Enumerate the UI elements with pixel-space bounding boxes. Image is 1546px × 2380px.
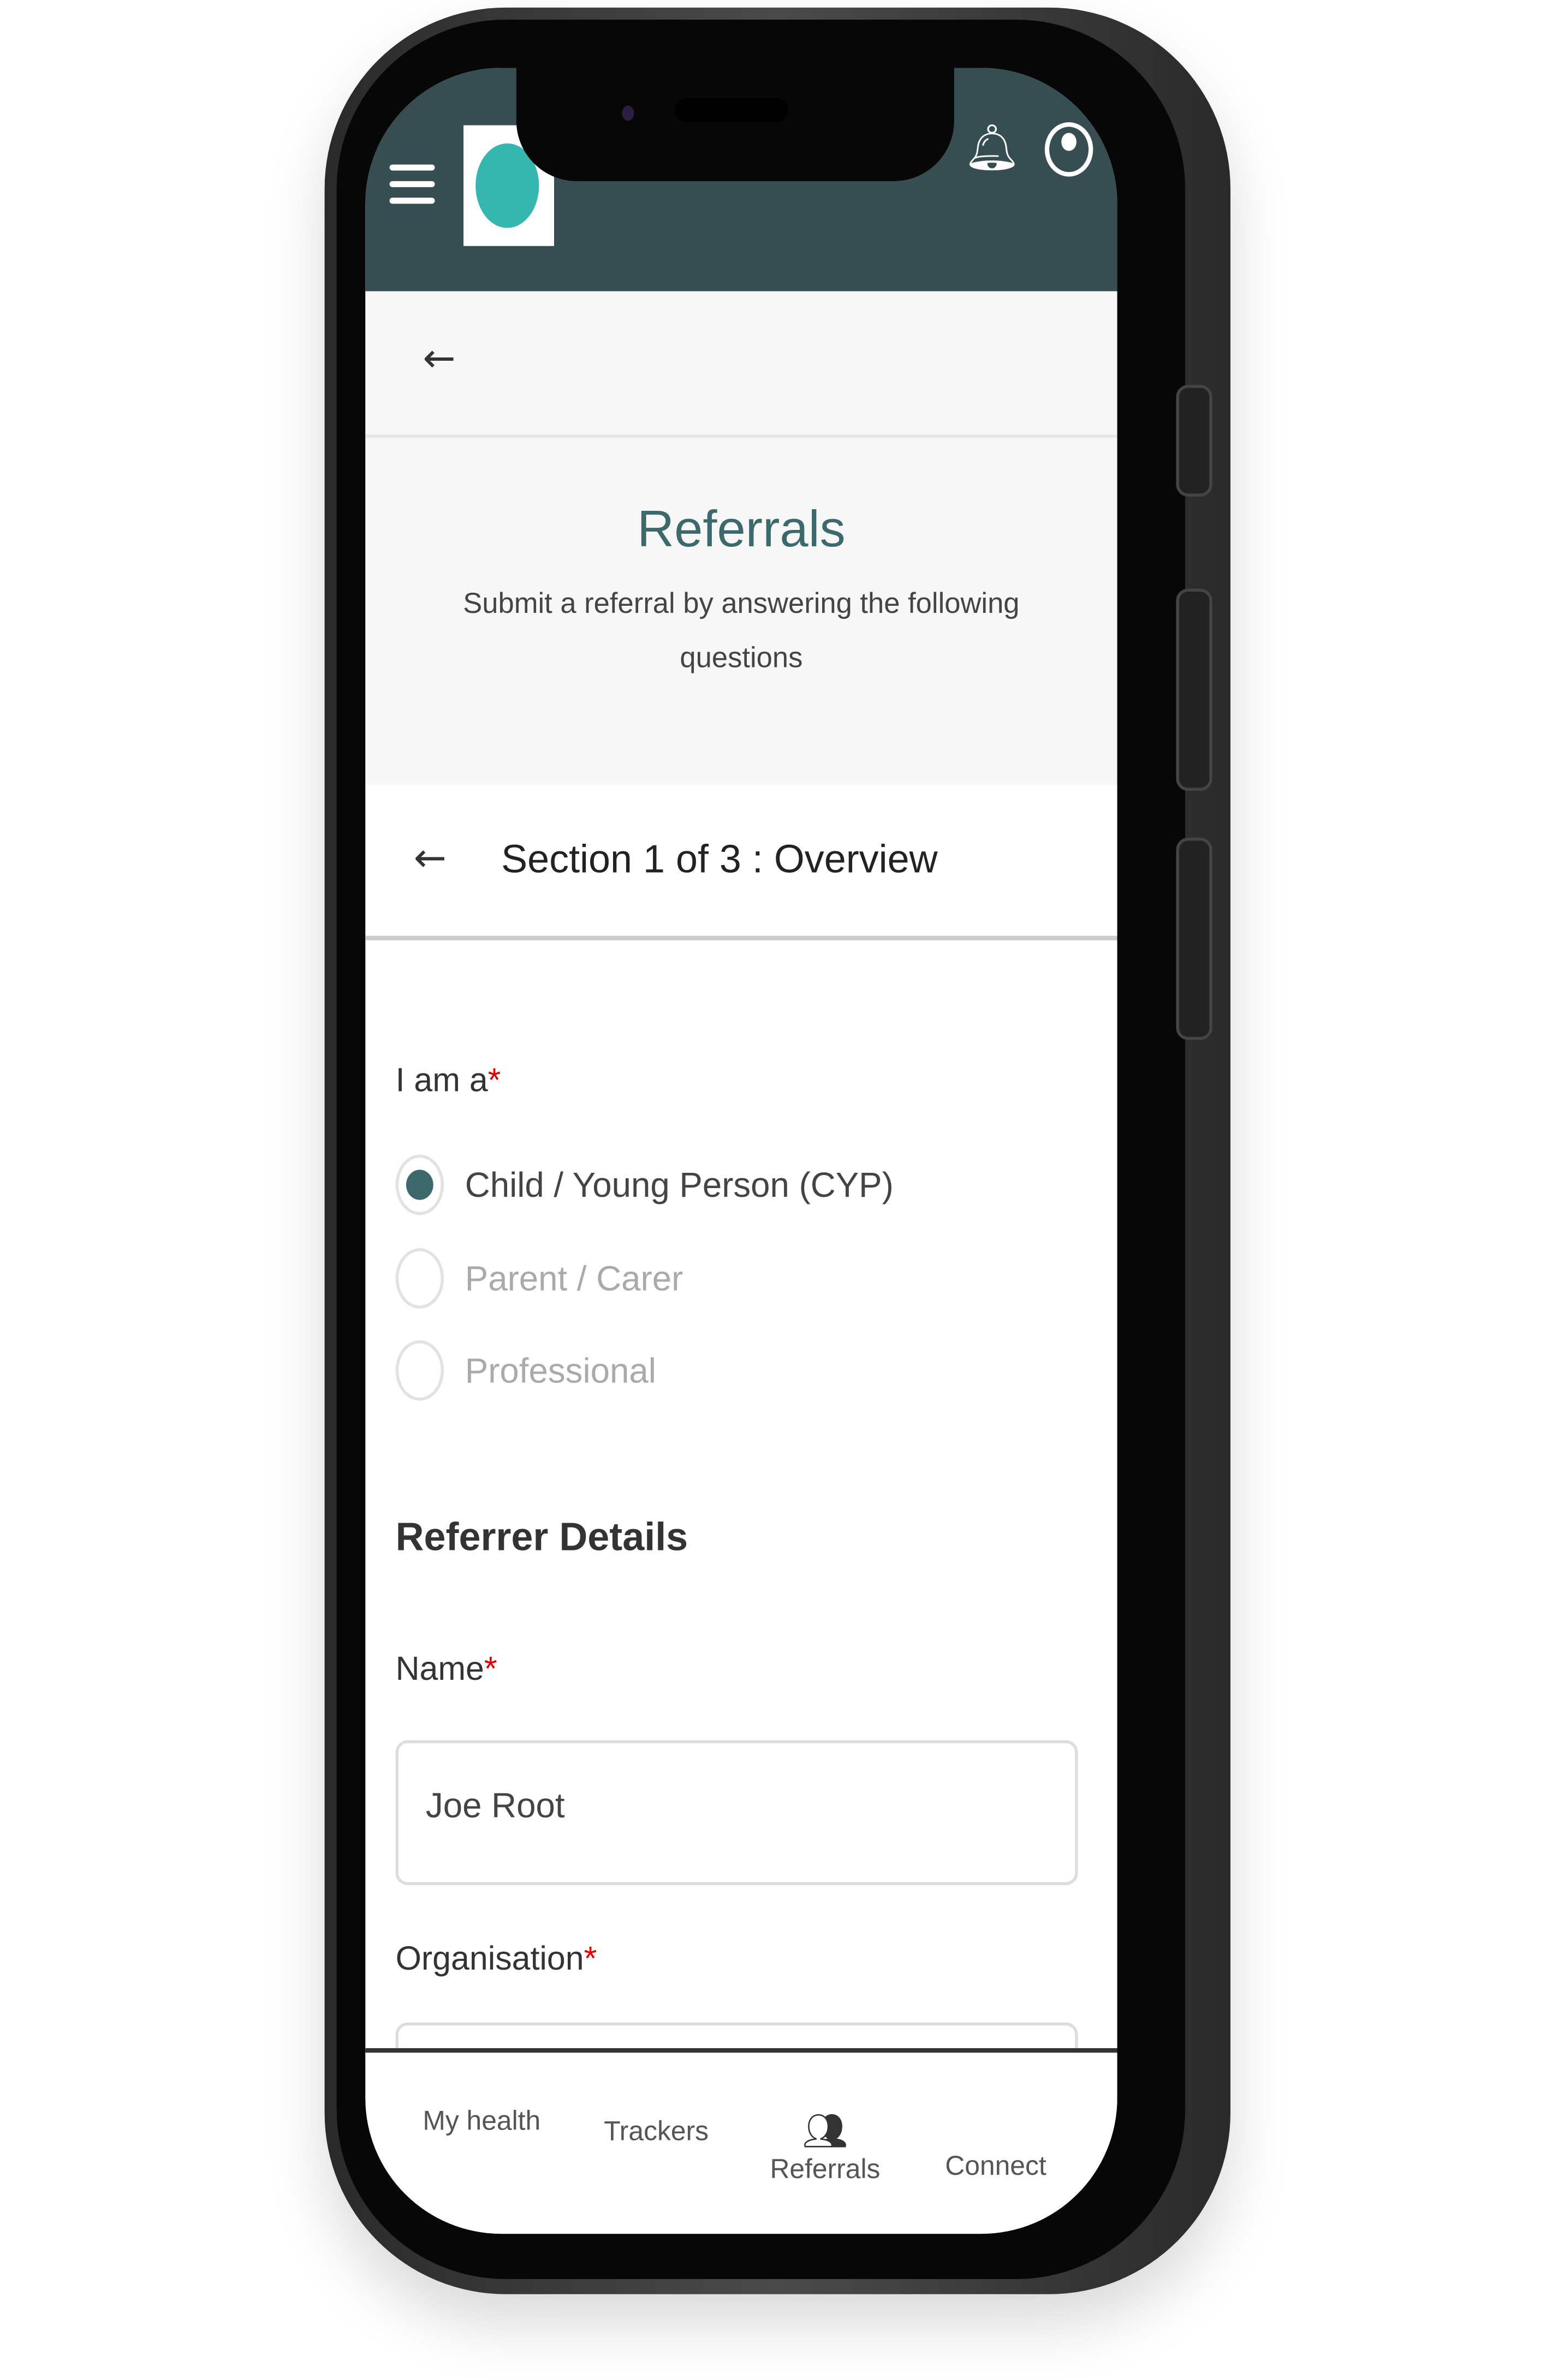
name-label-text: Name — [395, 1649, 484, 1687]
nav-label: My health — [423, 2105, 541, 2136]
hamburger-menu-icon[interactable] — [389, 164, 435, 214]
organisation-label-text: Organisation — [395, 1939, 584, 1977]
bell-icon[interactable]: 🔔︎ — [963, 122, 1020, 175]
back-bar: ← — [365, 291, 1117, 438]
required-mark: * — [584, 1939, 597, 1977]
name-label: Name* — [396, 1650, 497, 1689]
nav-label: Referrals — [770, 2154, 881, 2184]
radio-professional[interactable]: Professional — [395, 1340, 656, 1401]
organisation-label: Organisation* — [396, 1940, 597, 1979]
role-label-text: I am a — [395, 1061, 488, 1099]
radio-button[interactable] — [395, 1248, 444, 1309]
radio-label: Parent / Carer — [465, 1258, 683, 1298]
nav-trackers[interactable]: Trackers — [604, 2116, 709, 2148]
role-label: I am a* — [396, 1061, 501, 1100]
section-header: ← Section 1 of 3 : Overview — [365, 785, 1117, 940]
referrer-details-heading: Referrer Details — [395, 1513, 688, 1559]
radio-parent-carer[interactable]: Parent / Carer — [395, 1248, 683, 1309]
arrow-left-icon[interactable]: ← — [423, 337, 455, 382]
nav-label: Connect — [945, 2150, 1046, 2181]
side-button — [1176, 385, 1212, 497]
phone-notch — [516, 68, 954, 181]
name-input[interactable]: Joe Root — [395, 1740, 1078, 1886]
radio-button[interactable] — [395, 1340, 444, 1401]
app-screen: 🔔︎ ← Referrals Submit a referral by answ… — [365, 68, 1117, 2234]
radio-cyp[interactable]: Child / Young Person (CYP) — [395, 1154, 894, 1215]
section-title: Section 1 of 3 : Overview — [501, 836, 938, 882]
required-mark: * — [487, 1061, 501, 1099]
nav-label: Trackers — [604, 2116, 709, 2146]
page-title: Referrals — [637, 501, 846, 559]
volume-down-button — [1176, 837, 1212, 1040]
arrow-left-icon[interactable]: ← — [414, 836, 447, 881]
app-header: 🔔︎ — [365, 68, 1117, 291]
bottom-nav: My health Trackers 👥︎ Referrals Connect — [365, 2048, 1117, 2234]
nav-referrals[interactable]: 👥︎ Referrals — [770, 2110, 880, 2185]
phone-mockup: 🔔︎ ← Referrals Submit a referral by answ… — [0, 0, 1546, 2380]
page-subtitle: Submit a referral by answering the follo… — [463, 588, 1020, 675]
required-mark: * — [484, 1649, 497, 1687]
user-circle-icon[interactable] — [1044, 122, 1093, 177]
radio-label: Child / Young Person (CYP) — [465, 1164, 894, 1204]
nav-connect[interactable]: Connect — [945, 2151, 1046, 2182]
page-header: Referrals Submit a referral by answering… — [365, 438, 1117, 785]
people-group-icon: 👥︎ — [802, 2111, 848, 2152]
radio-button[interactable] — [395, 1154, 444, 1215]
nav-my-health[interactable]: My health — [423, 2105, 540, 2137]
radio-label: Professional — [465, 1350, 656, 1389]
volume-up-button — [1176, 588, 1212, 791]
